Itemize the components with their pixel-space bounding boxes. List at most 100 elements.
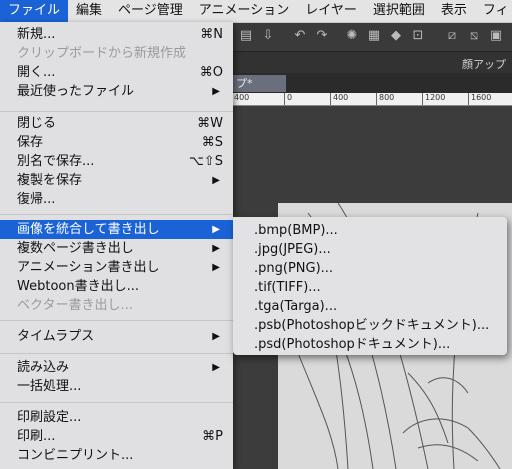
shortcut-text: ⌘P xyxy=(202,429,223,444)
document-tab[interactable]: プ* xyxy=(232,75,286,92)
menu-page-management[interactable]: ページ管理 xyxy=(110,0,191,22)
menu-item-batch-process[interactable]: 一括処理... xyxy=(0,377,233,396)
menu-item-close[interactable]: 閉じる ⌘W xyxy=(0,114,233,133)
submenu-item-tif[interactable]: .tif(TIFF)... xyxy=(233,278,507,297)
ruler-tick xyxy=(330,93,331,105)
menu-animation[interactable]: アニメーション xyxy=(191,0,297,22)
menu-selection[interactable]: 選択範囲 xyxy=(365,0,433,22)
menu-item-export-vector: ベクター書き出し... xyxy=(0,296,233,315)
menu-edit[interactable]: 編集 xyxy=(68,0,110,22)
ruler-tick xyxy=(468,93,469,105)
menu-item-import[interactable]: 読み込み ▶ xyxy=(0,358,233,377)
submenu-item-bmp[interactable]: .bmp(BMP)... xyxy=(233,221,507,240)
menu-item-label: アニメーション書き出し xyxy=(17,260,160,275)
menu-separator xyxy=(0,402,233,403)
submenu-item-psd[interactable]: .psd(Photoshopドキュメント)... xyxy=(233,335,507,354)
open-folder-icon[interactable]: ▤ xyxy=(238,28,254,44)
menu-item-label: 一括処理... xyxy=(17,379,82,394)
ruler-label: 1600 xyxy=(471,93,492,102)
menu-item-label: 印刷... xyxy=(17,429,56,444)
menu-item-export-multiple-pages[interactable]: 複数ページ書き出し ▶ xyxy=(0,239,233,258)
submenu-item-label: .tga(Targa)... xyxy=(254,299,338,314)
menu-item-revert[interactable]: 復帰... xyxy=(0,190,233,209)
menu-item-label: ベクター書き出し... xyxy=(17,298,133,313)
menu-item-label: Webtoon書き出し... xyxy=(17,279,139,294)
crop-icon[interactable]: ⊡ xyxy=(410,28,426,44)
menu-item-print-settings[interactable]: 印刷設定... xyxy=(0,408,233,427)
submenu-item-label: .bmp(BMP)... xyxy=(254,223,338,238)
shortcut-text: ⌘O xyxy=(199,65,223,80)
submenu-arrow-icon: ▶ xyxy=(212,243,220,254)
submenu-item-png[interactable]: .png(PNG)... xyxy=(233,259,507,278)
undo-icon[interactable]: ↶ xyxy=(292,28,308,44)
menu-item-label: 印刷設定... xyxy=(17,410,82,425)
menu-item-label: 読み込み xyxy=(17,360,70,375)
fill-icon[interactable]: ◆ xyxy=(388,28,404,44)
menu-item-label: タイムラプス xyxy=(17,329,95,344)
menu-item-label: クリップボードから新規作成 xyxy=(17,46,187,61)
menu-view[interactable]: 表示 xyxy=(433,0,475,22)
menu-item-label: コンビニプリント... xyxy=(17,448,134,463)
menu-item-label: 別名で保存... xyxy=(17,154,95,169)
menu-item-label: 保存 xyxy=(17,135,44,150)
menu-separator xyxy=(0,214,233,215)
menu-separator xyxy=(0,320,233,321)
submenu-arrow-icon: ▶ xyxy=(212,331,220,342)
grid-icon[interactable]: ▦ xyxy=(366,28,382,44)
menu-item-export-flattened[interactable]: 画像を統合して書き出し ▶ xyxy=(0,220,233,239)
menu-item-export-animation[interactable]: アニメーション書き出し ▶ xyxy=(0,258,233,277)
menu-item-label: 画像を統合して書き出し xyxy=(17,222,160,237)
menu-item-open[interactable]: 開く... ⌘O xyxy=(0,63,233,82)
ruler-icon[interactable]: ⧅ xyxy=(466,28,482,44)
menu-item-label: 復帰... xyxy=(17,192,56,207)
ruler-label: 0 xyxy=(287,93,293,102)
shortcut-text: ⌥⇧S xyxy=(188,154,223,169)
submenu-item-psb[interactable]: .psb(Photoshopビックドキュメント)... xyxy=(233,316,507,335)
menu-item-save-as[interactable]: 別名で保存... ⌥⇧S xyxy=(0,152,233,171)
submenu-item-label: .tif(TIFF)... xyxy=(254,280,321,295)
menu-item-label: 新規... xyxy=(17,27,56,42)
file-menu: 新規... ⌘N クリップボードから新規作成 開く... ⌘O 最近使ったファイ… xyxy=(0,22,233,469)
ruler-tick xyxy=(422,93,423,105)
export-icon[interactable]: ⇩ xyxy=(260,28,276,44)
menu-bar: ファイル 編集 ページ管理 アニメーション レイヤー 選択範囲 表示 フィ xyxy=(0,0,512,23)
submenu-arrow-icon: ▶ xyxy=(212,175,220,186)
menu-item-export-webtoon[interactable]: Webtoon書き出し... xyxy=(0,277,233,296)
export-submenu: .bmp(BMP)... .jpg(JPEG)... .png(PNG)... … xyxy=(233,217,507,355)
menu-item-new[interactable]: 新規... ⌘N xyxy=(0,25,233,44)
ruler-label: 400 xyxy=(333,93,349,102)
shortcut-text: ⌘W xyxy=(197,116,223,131)
toolbar: ▤ ⇩ ↶ ↷ ✺ ▦ ◆ ⊡ ⧄ ⧅ ▣ xyxy=(232,23,512,52)
frame-icon[interactable]: ▣ xyxy=(488,28,504,44)
menu-separator xyxy=(0,353,233,354)
menu-item-recent-files[interactable]: 最近使ったファイル ▶ xyxy=(0,82,233,101)
ruler-tick xyxy=(284,93,285,105)
menu-separator xyxy=(0,111,233,112)
transform-icon[interactable]: ⧄ xyxy=(444,28,460,44)
menu-filter[interactable]: フィ xyxy=(475,0,512,22)
menu-layer[interactable]: レイヤー xyxy=(297,0,365,22)
submenu-item-label: .psd(Photoshopドキュメント)... xyxy=(254,337,451,352)
menu-item-save-duplicate[interactable]: 複製を保存 ▶ xyxy=(0,171,233,190)
horizontal-ruler: 400 0 400 800 1200 1600 xyxy=(232,93,512,106)
submenu-item-label: .png(PNG)... xyxy=(254,261,334,276)
menu-item-save[interactable]: 保存 ⌘S xyxy=(0,133,233,152)
ruler-label: 400 xyxy=(234,93,250,102)
submenu-item-tga[interactable]: .tga(Targa)... xyxy=(233,297,507,316)
menu-item-label: 閉じる xyxy=(17,116,57,131)
menu-item-label: 最近使ったファイル xyxy=(17,84,135,99)
menu-item-label: 複数ページ書き出し xyxy=(17,241,134,256)
submenu-arrow-icon: ▶ xyxy=(212,362,220,373)
menu-item-print[interactable]: 印刷... ⌘P xyxy=(0,427,233,446)
menu-item-timelapse[interactable]: タイムラプス ▶ xyxy=(0,327,233,346)
redo-icon[interactable]: ↷ xyxy=(314,28,330,44)
clear-icon[interactable]: ✺ xyxy=(344,28,360,44)
submenu-item-jpg[interactable]: .jpg(JPEG)... xyxy=(233,240,507,259)
menu-item-label: 複製を保存 xyxy=(17,173,83,188)
menu-item-new-from-clipboard: クリップボードから新規作成 xyxy=(0,44,233,63)
menu-item-convenience-store-print[interactable]: コンビニプリント... xyxy=(0,446,233,465)
menu-file[interactable]: ファイル xyxy=(0,0,69,22)
shortcut-text: ⌘S xyxy=(201,135,223,150)
shortcut-text: ⌘N xyxy=(200,27,223,42)
submenu-arrow-icon: ▶ xyxy=(212,86,220,97)
